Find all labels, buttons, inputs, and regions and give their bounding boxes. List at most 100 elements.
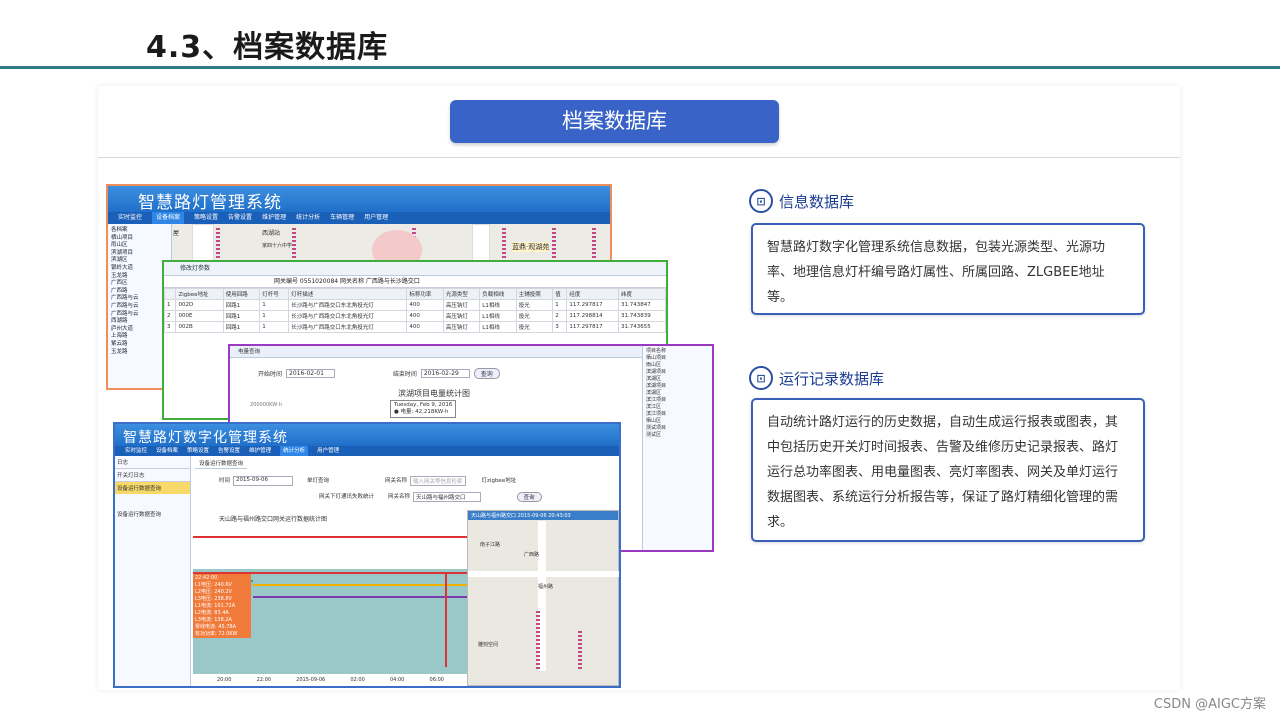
app-title: 智慧路灯数字化管理系统 [115, 424, 619, 446]
query-button: 查询 [516, 492, 542, 502]
table-cell: 投光 [515, 310, 554, 322]
tooltip-value: ● 电量: 42,218KW·h [394, 409, 449, 415]
menu-item: 实时监控 [125, 448, 148, 454]
start-label: 开始时间 [258, 371, 283, 378]
section-title: 运行记录数据库 [779, 369, 885, 388]
legend-box: 22:42:00 L1电压: 240.6V L2电压: 240.2V L3电压: 23… [193, 574, 251, 638]
gateway2-label: 网关名称 [388, 494, 411, 500]
series-line [445, 572, 447, 667]
x-tick: 20:00 [217, 677, 232, 683]
map-road [468, 571, 619, 577]
sidebar-item-switch-log: 开关灯日志 [115, 469, 190, 482]
column-header: 灯杆号 [259, 288, 290, 300]
menu-item: 设备档案 [156, 448, 179, 454]
table-cell: 2 [552, 310, 568, 322]
table-cell: 1 [164, 299, 177, 311]
app-title: 智慧路灯管理系统 [108, 186, 610, 213]
map-label: 家四十六中学 [262, 243, 293, 249]
screenshot-run-data: 智慧路灯数字化管理系统 实时监控 设备档案 策略设置 告警设置 维护管理 统计分析 用户管理… [113, 422, 621, 688]
map-label: 雕刻空间 [478, 642, 499, 648]
lamp-markers [536, 611, 540, 671]
table-cell: 1 [259, 321, 290, 333]
section-run-db-box: 自动统计路灯运行的历史数据，自动生成运行报表或图表，其中包括历史开关灯时间报表、… [751, 398, 1145, 542]
run-chart: 22:42:00 L1电压: 240.6V L2电压: 240.2V L3电压: 23… [193, 524, 468, 683]
tree-item: 雨山区 [646, 362, 662, 368]
tab-run-data: 设备运行数据查询 [195, 458, 248, 469]
map-label: 屋 [173, 230, 180, 237]
chart-title: 天山路与福州路交口网关运行数据统计图 [219, 516, 328, 523]
x-tick: 06:00 [429, 677, 444, 683]
query-button: 查询 [473, 368, 500, 379]
column-header: 负载相线 [479, 288, 517, 300]
run-filter-row2: 网关下灯通讯失败统计 网关名称 天山路与福州路交口 查询 [319, 492, 542, 502]
table-cell: 117.297817 [566, 321, 619, 333]
section-text: 自动统计路灯运行的历史数据，自动生成运行报表或图表，其中包括历史开关灯时间报表、… [767, 415, 1119, 530]
table-cell: 400 [406, 310, 444, 322]
section-run-db-head: ⊡ 运行记录数据库 [749, 366, 884, 390]
tree-item: 栖山项目 [646, 355, 667, 361]
sidebar-head: 日志 [115, 456, 190, 469]
tree-item: 滨湖区 [646, 390, 662, 396]
y-axis-label: 200000KW·h [250, 402, 282, 408]
section-title: 信息数据库 [779, 192, 855, 211]
menu-item: 车辆管理 [330, 214, 355, 221]
table-row: 3 002B 回路1 1 长沙路与广西路交口东北角投光灯 400 高压钠灯 L1相线 投光 3 11… [164, 321, 666, 333]
legend-item: L1电压: 240.6V [195, 582, 232, 588]
column-header: 使用回路 [222, 288, 261, 300]
menu-item: 维护管理 [262, 214, 287, 221]
legend-item: L1电流: 101.72A [195, 603, 236, 609]
map-label: 蓝鼎·观湖苑 [512, 242, 550, 252]
tree-item: 广西路与云 [111, 295, 139, 302]
menu-item: 实时监控 [118, 214, 143, 221]
table-cell: 高压钠灯 [442, 321, 481, 333]
chart-title: 滨湖项目电量统计图 [398, 389, 470, 398]
legend-item: 零线电流: 45.78A [195, 624, 237, 630]
table-cell: 400 [406, 299, 444, 311]
table-cell: 1 [552, 299, 568, 311]
table-cell: 31.743847 [618, 299, 666, 311]
project-tree: 项目名称 栖山项目 雨山区 滨湖项目 滨湖区 滨湖项目 滨湖区 滨江项目 滨江区 滨江项目 栖山区测… [642, 346, 712, 550]
gateway-label: 网关名称 [385, 478, 408, 484]
app-menu-bar: 实时监控 设备档案 策略设置 告警设置 维护管理 统计分析 车辆管理 用户管理 [108, 212, 610, 224]
table-cell: L1相线 [479, 299, 517, 311]
tree-item: 玉龙路 [111, 348, 128, 355]
document-chart-icon: ⊡ [749, 366, 773, 390]
x-tick: 2015-09-06 [296, 677, 326, 683]
table-cell: 投光 [515, 299, 554, 311]
lamp-table: Zigbee地址 使用回路 灯杆号 灯杆描述 标称功率 光源类型 负载相线 主辅投照值经度 纬度… [164, 288, 666, 333]
document-chart-icon: ⊡ [749, 189, 773, 213]
gateway2-input: 天山路与福州路交口 [413, 492, 481, 502]
tree-item: 广西路与云 [111, 310, 139, 317]
title-divider [0, 66, 1280, 69]
table-cell: 高压钠灯 [442, 310, 481, 322]
map-label: 西湖站 [262, 230, 281, 237]
tree-item: 滨江项目 [646, 397, 667, 403]
tree-item: 银岭大道 [111, 264, 134, 271]
table-cell: 回路1 [222, 321, 261, 333]
column-header: 主辅投照 [515, 288, 554, 300]
table-cell: 002D [175, 299, 224, 311]
menu-item: 设备档案 [152, 212, 185, 224]
series-line [253, 584, 468, 586]
run-filter-row1: 时间 2015-09-06 单灯查询 网关名称 输入网关等信息检索 灯zigbe… [219, 476, 516, 486]
tree-item: 项目名称 [646, 348, 667, 354]
table-cell: 投光 [515, 321, 554, 333]
x-tick: 04:00 [389, 677, 405, 683]
tree-item: 滨湖项目 [646, 383, 667, 389]
legend-item: L2电流: 83.4A [195, 610, 229, 616]
banner-divider [98, 157, 1180, 158]
table-cell: 400 [406, 321, 444, 333]
dialog-title: 修改灯参数 [164, 262, 666, 276]
run-map: 天山路与福州路交口 2015-09-06 20:43:03 南子江路 广西路 福… [467, 510, 619, 686]
lamp-markers [578, 631, 582, 671]
tree-item: 各档案 [111, 227, 128, 233]
menu-item: 策略设置 [187, 448, 210, 454]
table-cell: 回路1 [222, 299, 261, 311]
tree-item: 滨江区 [646, 404, 662, 410]
series-line [253, 596, 468, 598]
tree-item: 测试区 [646, 432, 662, 438]
tree-item: 栖山区 [646, 418, 662, 424]
table-cell: 31.743655 [618, 321, 666, 333]
table-cell: 117.298814 [566, 310, 619, 322]
table-cell: 117.297817 [566, 299, 619, 311]
